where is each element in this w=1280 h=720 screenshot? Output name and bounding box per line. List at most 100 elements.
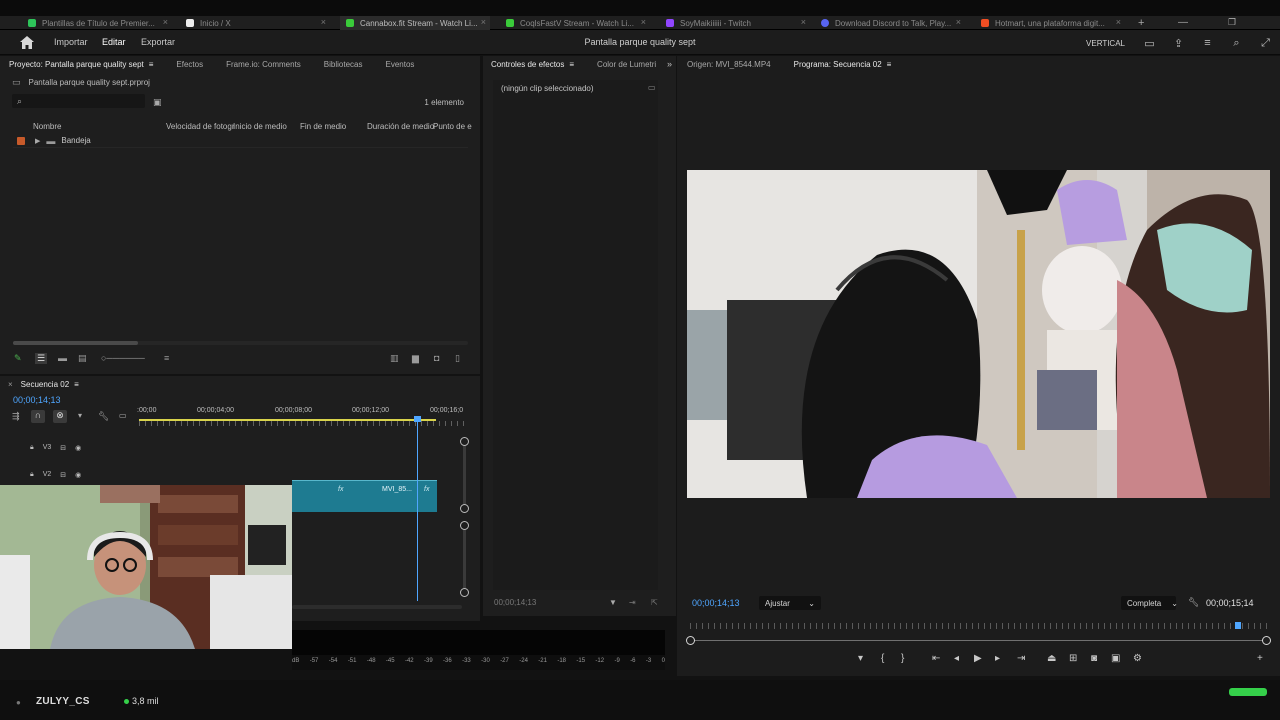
video-tracks-scrollbar[interactable] <box>460 437 469 513</box>
project-horizontal-scrollbar[interactable] <box>13 341 468 345</box>
menu-editar[interactable]: Editar <box>102 37 126 47</box>
step-forward-icon[interactable]: ▸ <box>995 653 1000 664</box>
minimize-icon[interactable]: — <box>1178 17 1188 28</box>
wrench-icon[interactable]: 🔧︎ <box>98 411 109 422</box>
play-icon[interactable]: ▶ <box>974 653 982 664</box>
captions-icon[interactable]: ▭ <box>119 411 127 420</box>
panel-menu-icon[interactable]: ≡ <box>569 60 574 69</box>
workspace-label[interactable]: VERTICAL <box>1086 39 1125 48</box>
program-video-frame[interactable] <box>687 170 1270 498</box>
fullscreen-icon[interactable]: ⤢ <box>1251 35 1280 51</box>
maximize-icon[interactable]: ❐ <box>1228 17 1236 28</box>
tab-libraries[interactable]: Bibliotecas <box>324 60 363 69</box>
zoom-handle-left[interactable] <box>686 636 695 645</box>
scrollbar-thumb[interactable] <box>13 341 138 345</box>
playhead-cap[interactable] <box>414 416 421 422</box>
show-timeline-icon[interactable]: ▭ <box>648 83 656 92</box>
button-editor-plus-icon[interactable]: + <box>1257 653 1263 664</box>
marker-icon[interactable]: ▾ <box>78 411 82 420</box>
close-icon[interactable]: × <box>1116 17 1121 27</box>
export-icon[interactable]: ⇱ <box>651 598 658 607</box>
tab-events[interactable]: Eventos <box>385 60 414 69</box>
share-icon[interactable]: ⇪ <box>1164 35 1193 51</box>
snap-icon[interactable]: ∩ <box>31 410 45 423</box>
timeline-horizontal-scrollbar[interactable] <box>292 605 462 609</box>
close-icon[interactable]: × <box>641 17 646 27</box>
add-marker-icon[interactable]: ▾ <box>858 653 863 664</box>
lock-icon[interactable]: 🔒︎ <box>30 471 34 479</box>
automate-to-sequence-icon[interactable]: ▥ <box>390 353 399 364</box>
close-icon[interactable]: × <box>801 17 806 27</box>
menu-exportar[interactable]: Exportar <box>141 37 175 47</box>
go-to-in-icon[interactable]: ⇤ <box>932 653 940 664</box>
follow-button[interactable] <box>1229 688 1267 696</box>
menu-importar[interactable]: Importar <box>54 37 88 47</box>
scroll-handle[interactable] <box>460 521 469 530</box>
column-media-start[interactable]: Inicio de medio <box>233 122 287 131</box>
column-in-point[interactable]: Punto de e <box>433 122 472 131</box>
home-icon[interactable] <box>20 36 34 49</box>
more-panels-icon[interactable]: » <box>667 59 672 69</box>
column-name[interactable]: Nombre <box>33 122 61 131</box>
eye-icon[interactable]: ◉ <box>75 444 81 452</box>
eye-icon[interactable]: ◉ <box>75 471 81 479</box>
scroll-handle[interactable] <box>460 437 469 446</box>
tab-effect-controls[interactable]: Controles de efectos ≡ <box>491 60 574 69</box>
jump-icon[interactable]: ⇥ <box>629 598 636 607</box>
timeline-clip[interactable]: fx MVI_85... fx <box>292 480 437 512</box>
go-to-out-icon[interactable]: ⇥ <box>1017 653 1025 664</box>
tab-effects[interactable]: Efectos <box>176 60 203 69</box>
panel-menu-icon[interactable]: ≡ <box>149 60 154 69</box>
label-color-swatch[interactable] <box>17 136 25 145</box>
panel-menu-icon[interactable]: ≡ <box>74 380 79 389</box>
search-icon[interactable]: ⌕ <box>1222 35 1251 51</box>
timeline-playhead[interactable] <box>414 416 421 601</box>
list-item[interactable]: ▶ ▬ Bandeja <box>13 134 468 148</box>
new-search-bin-icon[interactable]: ▣ <box>153 97 162 108</box>
scroll-handle[interactable] <box>460 504 469 513</box>
icon-view-icon[interactable]: ▬ <box>58 353 67 363</box>
panel-menu-icon[interactable]: ≡ <box>887 60 892 69</box>
channel-name[interactable]: ZULYY_CS <box>36 696 90 707</box>
tab-sequence[interactable]: Secuencia 02 ≡ <box>21 380 79 389</box>
timeline-timecode[interactable]: 00;00;14;13 <box>13 395 61 405</box>
disclosure-triangle-icon[interactable]: ▶ <box>35 137 40 145</box>
lock-icon[interactable]: 🔒︎ <box>30 444 34 452</box>
tab-project[interactable]: Proyecto: Pantalla parque quality sept ≡ <box>9 60 153 69</box>
browser-tab[interactable]: CoqlsFastV Stream - Watch Li... × <box>500 16 650 30</box>
column-frame-rate[interactable]: Velocidad de fotogr <box>166 122 235 131</box>
tab-lumetri-color[interactable]: Color de Lumetri <box>597 60 656 69</box>
browser-tab[interactable]: Download Discord to Talk, Play... × <box>815 16 965 30</box>
close-icon[interactable]: × <box>8 380 13 389</box>
track-name[interactable]: V2 <box>43 471 52 478</box>
zoom-slider-icon[interactable]: ○────── <box>101 353 145 363</box>
trash-icon[interactable]: ▯ <box>455 353 460 364</box>
close-icon[interactable]: × <box>321 17 326 27</box>
list-view-icon[interactable]: ☰ <box>35 353 48 364</box>
sync-lock-icon[interactable]: ⊟ <box>60 471 66 479</box>
monitor-playhead-marker[interactable] <box>1234 622 1241 629</box>
comparison-view-icon[interactable]: ▣ <box>1111 653 1120 664</box>
new-bin-icon[interactable]: ▆ <box>412 353 419 364</box>
new-item-icon[interactable]: ◘ <box>434 353 439 363</box>
layout-icon[interactable]: ▭ <box>1135 35 1164 51</box>
browser-tab[interactable]: Plantillas de Título de Premier... × <box>22 16 172 30</box>
extract-icon[interactable]: ⊞ <box>1069 653 1077 664</box>
freeform-view-icon[interactable]: ▤ <box>78 353 87 364</box>
program-timecode[interactable]: 00;00;14;13 <box>692 598 740 608</box>
monitor-zoom-bar[interactable] <box>686 636 1271 645</box>
browser-tab[interactable]: Inicio / X × <box>180 16 330 30</box>
browser-tab-active[interactable]: Cannabox.fit Stream - Watch Li... × <box>340 16 490 30</box>
browser-tab[interactable]: SoyMaikiiiiii - Twitch × <box>660 16 810 30</box>
lift-icon[interactable]: ⏏ <box>1047 653 1056 664</box>
workspaces-menu-icon[interactable]: ≡ <box>1193 35 1222 51</box>
tab-source-monitor[interactable]: Origen: MVI_8544.MP4 <box>687 60 771 69</box>
column-media-duration[interactable]: Duración de medio <box>367 122 434 131</box>
tab-frameio-comments[interactable]: Frame.io: Comments <box>226 60 301 69</box>
settings-icon[interactable]: ⚙ <box>1133 653 1142 664</box>
wrench-icon[interactable]: 🔧︎ <box>1188 597 1199 608</box>
mark-out-icon[interactable]: } <box>901 653 904 664</box>
track-name[interactable]: V3 <box>43 444 52 451</box>
sort-icon[interactable]: ≡ <box>164 353 169 363</box>
fit-select[interactable]: Ajustar ⌄ <box>759 596 821 610</box>
